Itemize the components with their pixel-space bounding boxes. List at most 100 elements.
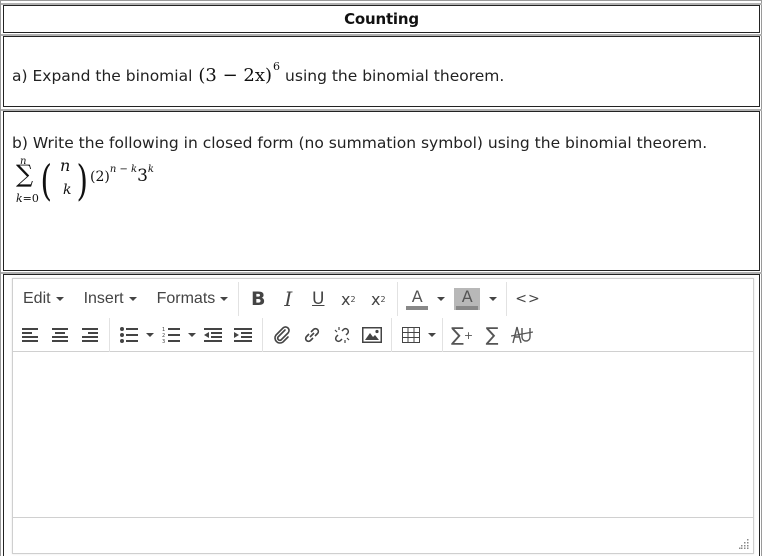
caret-down-icon [188, 333, 196, 337]
bg-color-button[interactable]: A [450, 284, 484, 314]
align-group [13, 318, 109, 352]
align-center-button[interactable] [45, 320, 75, 350]
page-title: Counting [344, 10, 419, 28]
superscript-x: x [370, 289, 381, 309]
bold-button[interactable]: B [243, 284, 273, 314]
summation-button[interactable]: ∑ [477, 320, 507, 350]
text-color-dropdown[interactable] [432, 284, 450, 314]
resize-handle-icon[interactable] [739, 539, 749, 549]
insert-group [262, 318, 391, 352]
superscript-button[interactable]: x2 [363, 284, 393, 314]
image-icon [362, 327, 382, 343]
exponent-k: k [147, 164, 154, 176]
code-group: <> [506, 282, 548, 316]
subscript-x: x [340, 289, 351, 309]
color-group: A A [397, 282, 506, 316]
align-right-button[interactable] [75, 320, 105, 350]
text-color-label: A [411, 286, 423, 306]
sum-index: k [16, 192, 23, 205]
caret-down-icon [220, 297, 229, 301]
answer-cell: Edit Insert Formats B I U x2 x2 A A <> 1… [1, 272, 762, 556]
table-group [391, 318, 442, 352]
outdent-icon [204, 328, 222, 342]
link-button[interactable] [297, 320, 327, 350]
insert-menu[interactable]: Insert [78, 284, 143, 314]
question-a-prefix: a) Expand the binomial [12, 67, 193, 85]
numbered-list-button[interactable]: 123 [156, 320, 186, 350]
plus-mark: + [463, 328, 474, 342]
bg-color-swatch [456, 306, 479, 310]
special-char-button[interactable] [507, 320, 537, 350]
base-three: 3 [137, 166, 148, 186]
subscript-mark: 2 [350, 294, 356, 304]
question-a-suffix: using the binomial theorem. [285, 67, 505, 85]
caret-down-icon [489, 297, 498, 301]
insert-menu-label: Insert [83, 290, 124, 307]
special-char-icon [511, 326, 534, 344]
numbered-list-icon: 123 [162, 327, 180, 343]
indent-icon [234, 328, 252, 342]
align-left-button[interactable] [15, 320, 45, 350]
toolbar-row-2: 123 ∑ + ∑ [13, 317, 541, 353]
text-style-group: B I U x2 x2 [238, 282, 397, 316]
editor-toolbar: Edit Insert Formats B I U x2 x2 A A <> 1… [13, 279, 753, 352]
table-button[interactable] [396, 320, 426, 350]
power-terms: (2)n − k3k [90, 164, 154, 186]
summation-formula: n ∑ k=0 ( n k ) (2)n − k3k [14, 156, 194, 226]
unlink-icon [334, 327, 350, 343]
bg-color-icon: A [454, 287, 481, 310]
page-frame: Counting a) Expand the binomial (3 − 2x)… [0, 0, 762, 556]
binomial-exponent: 6 [273, 60, 281, 73]
list-group: 123 [109, 318, 262, 352]
question-a: a) Expand the binomial (3 − 2x)6 using t… [12, 60, 505, 86]
binomial-expression: (3 − 2x) [198, 65, 273, 86]
binom-bottom: k [63, 182, 72, 198]
paperclip-icon [274, 326, 290, 344]
sigma-symbol: ∑ [16, 160, 34, 188]
superscript-mark: 2 [380, 294, 386, 304]
bg-color-dropdown[interactable] [484, 284, 502, 314]
attach-button[interactable] [267, 320, 297, 350]
question-a-cell: a) Expand the binomial (3 − 2x)6 using t… [1, 34, 762, 107]
menu-group: Edit Insert Formats [13, 282, 238, 316]
binom-right-paren: ) [76, 156, 88, 205]
editor-content-area[interactable] [13, 353, 753, 518]
caret-down-icon [55, 297, 64, 301]
align-center-icon [52, 328, 68, 342]
underline-button[interactable]: U [303, 284, 333, 314]
bullet-list-button[interactable] [114, 320, 144, 350]
edit-menu[interactable]: Edit [17, 284, 70, 314]
align-left-icon [22, 328, 38, 342]
sum-start: =0 [22, 192, 39, 205]
text-color-button[interactable]: A [402, 284, 432, 314]
link-icon [304, 327, 320, 343]
bullet-list-icon [120, 327, 138, 343]
source-code-button[interactable]: <> [511, 284, 544, 314]
numbered-list-dropdown[interactable] [186, 320, 198, 350]
binom-top: n [60, 156, 71, 175]
caret-down-icon [428, 333, 436, 337]
binom-left-paren: ( [40, 156, 52, 205]
italic-button[interactable]: I [273, 284, 303, 314]
toolbar-row-1: Edit Insert Formats B I U x2 x2 A A <> [13, 281, 549, 317]
subscript-button[interactable]: x2 [333, 284, 363, 314]
sigma-plus-icon: ∑ [451, 324, 464, 346]
outdent-button[interactable] [198, 320, 228, 350]
indent-button[interactable] [228, 320, 258, 350]
caret-down-icon [146, 333, 154, 337]
bg-color-label: A [461, 287, 473, 306]
rich-text-editor: Edit Insert Formats B I U x2 x2 A A <> 1… [12, 278, 754, 554]
bullet-list-dropdown[interactable] [144, 320, 156, 350]
formats-menu[interactable]: Formats [151, 284, 235, 314]
text-color-swatch [406, 305, 429, 310]
table-dropdown[interactable] [426, 320, 438, 350]
insert-summation-button[interactable]: ∑ + [447, 320, 477, 350]
svg-text:3: 3 [162, 339, 165, 343]
exponent-n-minus-k: n − k [109, 164, 138, 176]
question-b-cell: b) Write the following in closed form (n… [1, 109, 762, 271]
edit-menu-label: Edit [23, 290, 51, 307]
unlink-button[interactable] [327, 320, 357, 350]
question-a-math: (3 − 2x)6 [198, 60, 280, 86]
image-button[interactable] [357, 320, 387, 350]
formats-menu-label: Formats [156, 290, 216, 307]
